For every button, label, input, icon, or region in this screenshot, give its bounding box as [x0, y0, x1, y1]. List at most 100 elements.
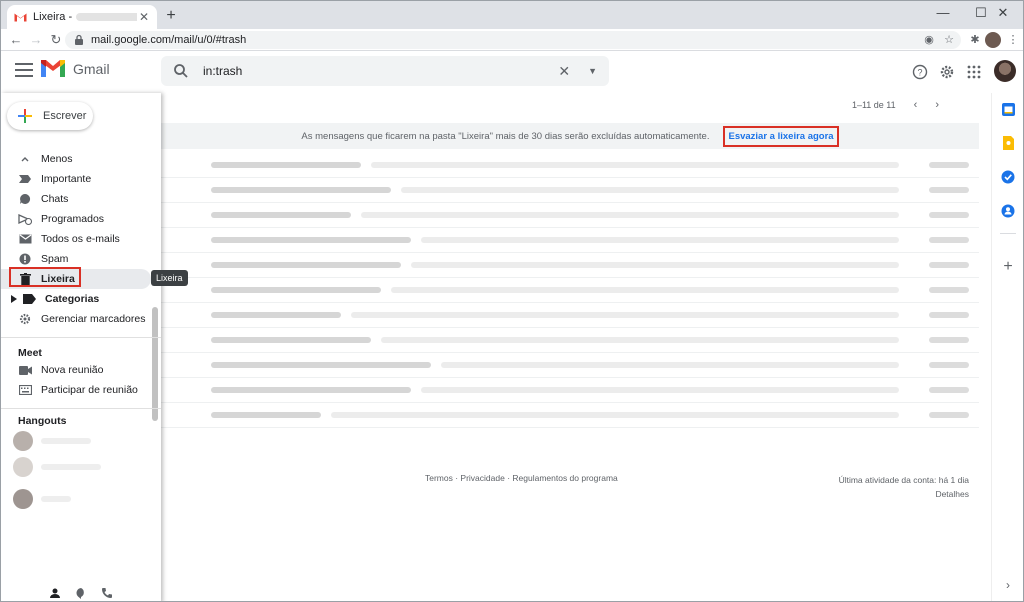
share-icon[interactable]: ◉ [921, 32, 937, 48]
table-row[interactable] [161, 203, 979, 228]
empty-trash-link[interactable]: Esvaziar a lixeira agora [723, 125, 839, 147]
hangout-contact[interactable] [13, 489, 71, 509]
account-avatar[interactable] [994, 60, 1016, 82]
table-row[interactable] [161, 378, 979, 403]
sidebar-item-chats[interactable]: Chats [1, 189, 151, 209]
video-camera-icon [18, 363, 32, 377]
meet-item-nova-reuniao[interactable]: Nova reunião [18, 360, 103, 380]
rail-divider [1000, 233, 1016, 234]
sidebar-item-label: Spam [41, 253, 69, 265]
table-row[interactable] [161, 278, 979, 303]
pagination-count: 1–11 de 11 [851, 100, 896, 110]
sidebar-item-categorias[interactable]: Categorias [1, 289, 151, 309]
compose-button[interactable]: Escrever [7, 102, 93, 130]
previous-page-icon[interactable]: ‹ [914, 99, 918, 111]
hangout-contact[interactable] [13, 457, 101, 477]
account-activity: Última atividade da conta: há 1 dia Deta… [839, 473, 969, 501]
chat-icon [18, 192, 32, 206]
table-row[interactable] [161, 328, 979, 353]
calendar-icon[interactable] [1000, 101, 1016, 117]
sidebar-item-menos[interactable]: Menos [1, 149, 151, 169]
extensions-icon[interactable]: ✱ [967, 32, 983, 48]
gmail-logo-icon [41, 60, 65, 77]
scheduled-icon [18, 212, 32, 226]
sidebar-divider [1, 337, 161, 338]
sidebar-item-spam[interactable]: Spam [1, 249, 151, 269]
sidebar-item-label: Importante [41, 173, 92, 185]
apps-grid-icon[interactable] [965, 63, 983, 81]
sidebar: Escrever Menos Importante Chats Programa… [1, 93, 161, 601]
meet-item-label: Nova reunião [41, 364, 104, 376]
add-addon-icon[interactable]: + [1000, 258, 1016, 275]
table-row[interactable] [161, 228, 979, 253]
label-icon [22, 292, 36, 306]
profile-avatar[interactable] [985, 32, 1001, 48]
product-name: Gmail [73, 61, 110, 77]
table-row[interactable] [161, 253, 979, 278]
browser-tab[interactable]: Lixeira - ✕ [7, 5, 157, 29]
table-row[interactable] [161, 303, 979, 328]
table-row[interactable] [161, 178, 979, 203]
banner-text: As mensagens que ficarem na pasta "Lixei… [301, 130, 710, 142]
search-input[interactable]: in:trash [203, 64, 558, 78]
tab-close-icon[interactable]: ✕ [137, 10, 151, 24]
sidebar-item-label: Chats [41, 193, 69, 205]
table-row[interactable] [161, 353, 979, 378]
contacts-icon[interactable] [1000, 203, 1016, 219]
minimize-button[interactable]: — [923, 1, 963, 29]
back-arrow-icon[interactable]: ← [7, 31, 25, 49]
main-menu-icon[interactable] [15, 63, 33, 79]
forward-arrow-icon[interactable]: → [27, 31, 45, 49]
meet-item-participar-de-reuniao[interactable]: Participar de reunião [18, 380, 138, 400]
help-icon[interactable]: ? [911, 63, 929, 81]
main-content: 1–11 de 11 ‹ › As mensagens que ficarem … [161, 93, 979, 601]
gmail-logo[interactable]: Gmail [41, 60, 110, 78]
footer-links[interactable]: Termos · Privacidade · Regulamentos do p… [425, 473, 618, 483]
sidebar-item-label: Todos os e-mails [41, 233, 120, 245]
keep-icon[interactable] [1000, 135, 1016, 151]
sidebar-item-importante[interactable]: Importante [1, 169, 151, 189]
search-icon[interactable] [173, 63, 189, 79]
contacts-person-icon[interactable] [49, 587, 61, 599]
sidebar-item-label: Menos [41, 153, 73, 165]
side-panel-rail: + › [991, 93, 1023, 601]
phone-icon[interactable] [101, 587, 113, 599]
table-row[interactable] [161, 153, 979, 178]
svg-text:?: ? [917, 68, 922, 78]
hangouts-chat-icon[interactable] [75, 587, 87, 599]
gmail-favicon-icon [13, 10, 27, 24]
last-activity-text: Última atividade da conta: há 1 dia [838, 475, 969, 485]
close-window-button[interactable]: ✕ [983, 1, 1023, 29]
reload-icon[interactable]: ↻ [47, 31, 65, 49]
address-bar[interactable]: mail.google.com/mail/u/0/#trash [65, 31, 961, 49]
spam-icon [18, 252, 32, 266]
keyboard-icon [18, 383, 32, 397]
pagination: 1–11 de 11 ‹ › [852, 99, 939, 111]
lixeira-highlight-frame [9, 267, 81, 287]
collapse-panel-icon[interactable]: › [1000, 577, 1016, 593]
table-row[interactable] [161, 403, 979, 428]
hangout-contact[interactable] [13, 431, 91, 451]
next-page-icon[interactable]: › [935, 99, 939, 111]
sidebar-item-label: Gerenciar marcadores [41, 313, 146, 325]
compose-label: Escrever [43, 110, 87, 122]
trash-info-banner: As mensagens que ficarem na pasta "Lixei… [161, 123, 979, 149]
contact-avatar [13, 489, 33, 509]
sidebar-item-todos-os-e-mails[interactable]: Todos os e-mails [1, 229, 151, 249]
settings-gear-icon[interactable] [938, 63, 956, 81]
browser-menu-icon[interactable]: ⋮ [1005, 32, 1021, 48]
sidebar-scrollbar[interactable] [152, 307, 158, 421]
search-options-icon[interactable]: ▼ [588, 66, 597, 76]
details-link[interactable]: Detalhes [839, 487, 969, 501]
sidebar-item-programados[interactable]: Programados [1, 209, 151, 229]
new-tab-button[interactable]: + [162, 7, 180, 25]
contact-avatar [13, 431, 33, 451]
message-list [161, 153, 979, 428]
gmail-header: Gmail in:trash ✕ ▼ ? [1, 51, 1023, 93]
bookmark-star-icon[interactable]: ☆ [941, 32, 957, 48]
chevron-up-icon [18, 152, 32, 166]
sidebar-item-gerenciar-marcadores[interactable]: Gerenciar marcadores [1, 309, 151, 329]
search-bar[interactable]: in:trash ✕ ▼ [161, 56, 609, 86]
tasks-icon[interactable] [1000, 169, 1016, 185]
clear-search-icon[interactable]: ✕ [558, 63, 570, 80]
